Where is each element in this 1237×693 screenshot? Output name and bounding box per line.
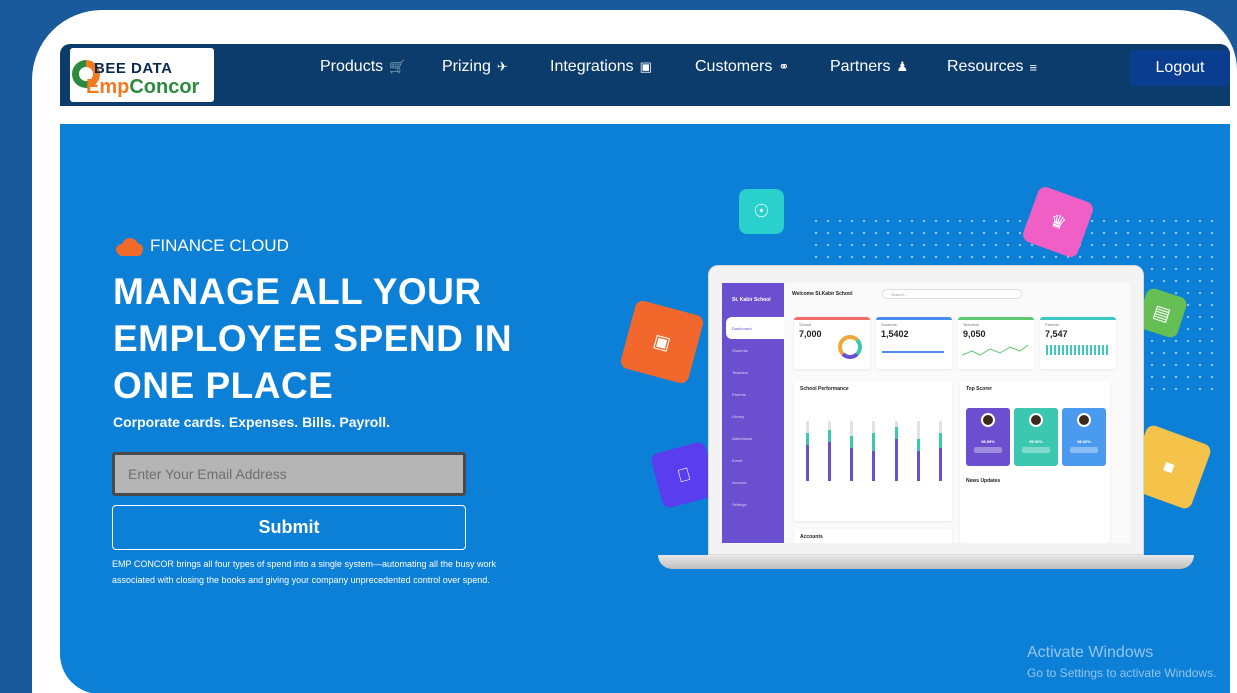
logout-button[interactable]: Logout xyxy=(1130,50,1230,86)
hero-description: EMP CONCOR brings all four types of spen… xyxy=(112,559,497,585)
scorer-card: 98.99% xyxy=(966,408,1010,466)
logo-line2: EmpConcor xyxy=(86,76,200,98)
performance-panel: School Performance xyxy=(794,381,952,521)
sidebar-item-settings: Settings xyxy=(732,501,747,507)
nav-customers[interactable]: Customers ⚭ xyxy=(695,58,789,76)
dashboard-welcome: Welcome St.Kabir School xyxy=(792,291,853,297)
accounts-panel: Accounts xyxy=(794,529,952,543)
logo-line1: BEE DATA xyxy=(94,60,173,77)
nav-resources-label: Resources xyxy=(947,58,1024,75)
sidebar-item-parents: Parents xyxy=(732,391,746,397)
finance-cloud-label: FINANCE CLOUD xyxy=(150,236,289,255)
sidebar-item-attendance: Attendance xyxy=(732,435,753,441)
nav-integrations[interactable]: Integrations ▣ xyxy=(550,58,652,76)
sidebar-item-account: Account xyxy=(732,479,747,485)
nav-products[interactable]: Products 🛒 xyxy=(320,58,405,76)
nav-prizing[interactable]: Prizing ✈ xyxy=(442,58,508,76)
sidebar-item-dashboard: Dashboard xyxy=(726,317,784,339)
finance-cloud-badge: FINANCE CLOUD xyxy=(114,236,289,256)
watermark-subtitle: Go to Settings to activate Windows. xyxy=(1027,666,1217,680)
sidebar-item-event: Event xyxy=(732,457,743,463)
nav-resources[interactable]: Resources ≡ xyxy=(947,58,1037,76)
dashboard-screen: St. Kabir School Dashboard Students Teac… xyxy=(722,283,1130,543)
school-name: St. Kabir School xyxy=(732,297,771,303)
brand-logo[interactable]: BEE DATA EmpConcor xyxy=(70,48,214,102)
scorer-card: 98.00% xyxy=(1062,408,1106,466)
email-input[interactable] xyxy=(112,452,466,496)
activate-windows-watermark: Activate Windows Go to Settings to activ… xyxy=(1027,644,1216,680)
sidebar-item-students: Students xyxy=(732,347,748,353)
dashboard-sidebar: St. Kabir School Dashboard Students Teac… xyxy=(722,283,784,543)
nav-customers-label: Customers xyxy=(695,58,773,75)
hero-tagline: Corporate cards. Expenses. Bills. Payrol… xyxy=(113,414,390,430)
nav-integrations-label: Integrations xyxy=(550,58,634,75)
nav-prizing-label: Prizing xyxy=(442,58,491,75)
scorer-card: 95.00% xyxy=(1014,408,1058,466)
stat-card-teachers: Teachers 9,050 xyxy=(958,317,1034,369)
globe-tile-icon: ☉ xyxy=(739,189,784,234)
cloud-icon xyxy=(114,236,146,256)
dashboard-topbar: Welcome St.Kabir School Search... xyxy=(792,289,1124,301)
nav-partners-label: Partners xyxy=(830,58,891,75)
watermark-title: Activate Windows xyxy=(1027,644,1154,661)
hero-headline: MANAGE ALL YOUR EMPLOYEE SPEND IN ONE PL… xyxy=(113,271,513,406)
sidebar-item-teachers: Teachers xyxy=(732,369,749,375)
cart-icon: 🛒 xyxy=(389,59,406,74)
list-icon: ≡ xyxy=(1029,59,1038,75)
stat-card-students: Students 1,5402 xyxy=(876,317,952,369)
users-icon: ♟ xyxy=(896,59,909,74)
plug-icon: ▣ xyxy=(639,59,652,74)
nav-partners[interactable]: Partners ♟ xyxy=(830,58,908,76)
stat-card-school: School 7,000 xyxy=(794,317,870,369)
dashboard-search: Search... xyxy=(882,289,1022,299)
laptop-base xyxy=(658,555,1194,569)
submit-button[interactable]: Submit xyxy=(112,505,466,550)
rocket-icon: ✈ xyxy=(496,59,508,74)
stat-card-parents: Parents 7,547 xyxy=(1040,317,1116,369)
nav-products-label: Products xyxy=(320,58,384,75)
sidebar-item-library: Library xyxy=(732,413,745,419)
headset-icon: ⚭ xyxy=(778,59,790,74)
